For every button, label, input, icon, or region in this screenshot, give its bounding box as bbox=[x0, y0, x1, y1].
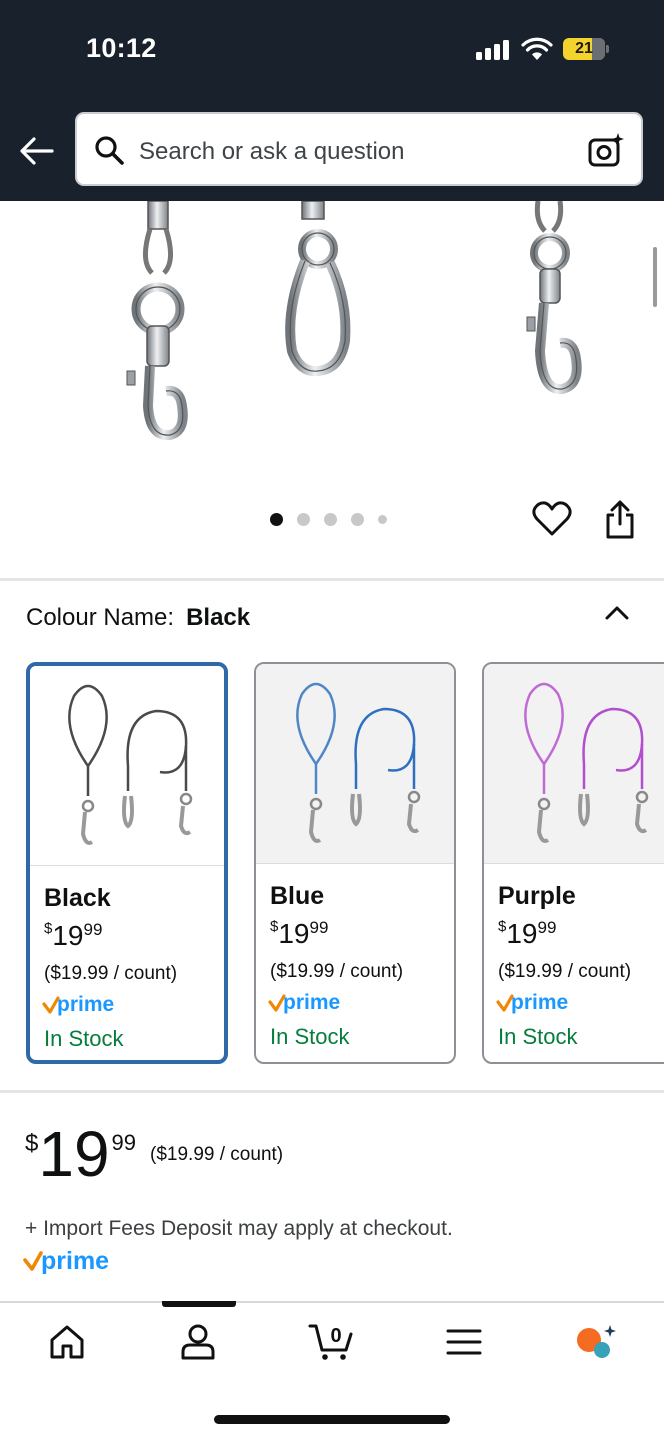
svg-text:prime: prime bbox=[41, 1247, 109, 1275]
pagination-dot[interactable] bbox=[351, 512, 364, 526]
option-name: Blue bbox=[270, 882, 325, 910]
prime-logo: prime bbox=[268, 991, 340, 1014]
stock-status: In Stock bbox=[498, 1024, 578, 1049]
price-currency: $ bbox=[25, 1130, 39, 1157]
colour-option-blue[interactable]: Blue $1999 ($19.99 / count) prime In Sto… bbox=[254, 662, 456, 1064]
rufus-icon[interactable] bbox=[574, 1322, 618, 1362]
swatch-leash-image bbox=[524, 682, 649, 843]
prime-logo: prime bbox=[23, 1247, 109, 1275]
pagination-dot[interactable] bbox=[297, 512, 310, 526]
price-whole: 19 bbox=[506, 918, 538, 949]
swatch-image bbox=[484, 664, 664, 864]
option-unit-price: ($19.99 / count) bbox=[498, 961, 632, 982]
swatch-image bbox=[256, 664, 454, 864]
cart-count: 0 bbox=[330, 1325, 341, 1347]
svg-text:prime: prime bbox=[57, 993, 114, 1016]
svg-text:prime: prime bbox=[511, 991, 568, 1014]
price-cents: 99 bbox=[537, 918, 557, 937]
battery-icon: 21 bbox=[563, 38, 605, 60]
price-whole: 19 bbox=[38, 1118, 110, 1190]
option-name: Black bbox=[44, 884, 111, 912]
nav-active-indicator bbox=[162, 1301, 236, 1307]
colour-selected-value: Black bbox=[186, 604, 251, 631]
price-cents: 99 bbox=[83, 920, 103, 939]
option-name: Purple bbox=[498, 882, 576, 910]
cellular-signal-icon bbox=[476, 40, 510, 60]
scroll-indicator bbox=[653, 247, 657, 307]
cart-icon[interactable]: 0 bbox=[308, 1322, 356, 1362]
heart-icon[interactable] bbox=[532, 500, 572, 538]
option-price: $1999 bbox=[270, 918, 328, 950]
import-fees-note: + Import Fees Deposit may apply at check… bbox=[25, 1217, 453, 1240]
colour-name-row: Colour Name: Black bbox=[26, 604, 250, 632]
swatch-leash-image bbox=[68, 684, 193, 845]
colour-label: Colour Name: bbox=[26, 604, 175, 631]
price-whole: 19 bbox=[52, 920, 84, 951]
option-price: $1999 bbox=[44, 920, 102, 952]
back-arrow-icon[interactable] bbox=[18, 132, 56, 170]
wifi-icon bbox=[521, 37, 553, 60]
price-cents: 99 bbox=[309, 918, 329, 937]
battery-nub bbox=[606, 45, 609, 53]
swatch-image bbox=[30, 666, 224, 866]
colour-swatch-list[interactable]: Black $1999 ($19.99 / count) prime In St… bbox=[26, 662, 664, 1066]
menu-icon[interactable] bbox=[444, 1322, 484, 1362]
swatch-leash-image bbox=[296, 682, 421, 843]
svg-text:prime: prime bbox=[283, 991, 340, 1014]
option-price: $1999 bbox=[498, 918, 556, 950]
price-per-unit: ($19.99 / count) bbox=[150, 1144, 284, 1165]
stock-status: In Stock bbox=[270, 1024, 350, 1049]
pagination-dot[interactable] bbox=[378, 514, 387, 524]
colour-option-black[interactable]: Black $1999 ($19.99 / count) prime In St… bbox=[26, 662, 228, 1064]
product-price: $ 19 99 ($19.99 / count) bbox=[25, 1120, 283, 1188]
stock-status: In Stock bbox=[44, 1026, 124, 1051]
status-time: 10:12 bbox=[86, 33, 157, 63]
search-bar[interactable]: Search or ask a question bbox=[75, 112, 643, 186]
chevron-up-icon[interactable] bbox=[603, 600, 631, 624]
section-divider bbox=[0, 1090, 664, 1093]
colour-option-purple[interactable]: Purple $1999 ($19.99 / count) prime In S… bbox=[482, 662, 664, 1064]
pagination-dot[interactable] bbox=[270, 512, 283, 526]
price-whole: 19 bbox=[278, 918, 310, 949]
option-unit-price: ($19.99 / count) bbox=[44, 963, 178, 984]
gallery-pagination[interactable] bbox=[270, 511, 387, 527]
section-divider bbox=[0, 578, 664, 581]
battery-level: 21 bbox=[575, 40, 593, 57]
price-cents: 99 bbox=[111, 1130, 137, 1155]
home-indicator bbox=[214, 1415, 450, 1424]
pagination-dot[interactable] bbox=[324, 512, 337, 526]
search-icon bbox=[95, 136, 124, 165]
share-icon[interactable] bbox=[603, 500, 637, 540]
search-input[interactable]: Search or ask a question bbox=[139, 138, 405, 166]
camera-search-icon[interactable] bbox=[587, 131, 625, 169]
account-icon[interactable] bbox=[178, 1322, 218, 1362]
prime-logo: prime bbox=[496, 991, 568, 1014]
home-icon[interactable] bbox=[47, 1322, 87, 1362]
option-unit-price: ($19.99 / count) bbox=[270, 961, 404, 982]
prime-logo: prime bbox=[42, 993, 114, 1016]
